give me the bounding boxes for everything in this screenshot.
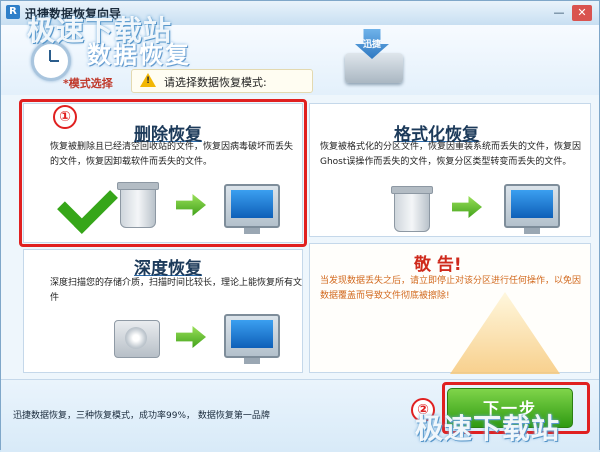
- hard-drive-icon: [114, 320, 160, 358]
- mode-select-label: *模式选择: [63, 77, 113, 90]
- footer-slogan: 迅捷数据恢复，三种恢复模式，成功率99%， 数据恢复第一品牌: [13, 411, 270, 421]
- deep-recovery-desc: 深度扫描您的存储介质，扫描时间比较长，理论上能恢复所有文件: [50, 278, 303, 303]
- warning-card: 敬 告! 当发现数据丢失之后，请立即停止对该分区进行任何操作，以免因数据覆盖而导…: [309, 243, 591, 374]
- monitor-icon: [224, 314, 280, 364]
- watermark-top: 极速下载站: [27, 14, 173, 47]
- close-button[interactable]: ✕: [572, 5, 592, 21]
- watermark-bottom: 极速下载站: [415, 412, 561, 445]
- drive-tag: 迅捷: [363, 40, 382, 50]
- warning-triangle-icon: [450, 292, 560, 374]
- mode-prompt-text: 请选择数据恢复模式:: [164, 76, 267, 89]
- mode-prompt-box: ! 请选择数据恢复模式:: [131, 69, 313, 93]
- arrow-right-icon: [176, 326, 206, 348]
- monitor-icon: [504, 184, 560, 234]
- format-recovery-desc: 恢复被格式化的分区文件，恢复因重装系统而丢失的文件，恢复因Ghost误操作而丢失…: [320, 142, 582, 167]
- app-window: R 迅捷数据恢复向导 — ✕ 数据恢复 *模式选择 ! 请选择数据恢复模式: 迅…: [0, 0, 600, 452]
- warning-icon: !: [140, 73, 156, 87]
- step-1-marker: ①: [53, 105, 77, 129]
- warning-title: 敬 告!: [414, 255, 462, 275]
- format-recovery-card[interactable]: 格式化恢复 恢复被格式化的分区文件，恢复因重装系统而丢失的文件，恢复因Ghost…: [309, 103, 591, 237]
- deep-recovery-card[interactable]: 深度恢复 深度扫描您的存储介质，扫描时间比较长，理论上能恢复所有文件: [23, 249, 303, 373]
- recycle-bin-icon: [391, 186, 433, 232]
- app-icon: R: [6, 5, 20, 19]
- warning-text: 当发现数据丢失之后，请立即停止对该分区进行任何操作，以免因数据覆盖而导致文件彻底…: [320, 276, 582, 301]
- drive-download-icon: 迅捷: [337, 29, 407, 89]
- arrow-right-icon: [452, 196, 482, 218]
- minimize-button[interactable]: —: [549, 5, 569, 21]
